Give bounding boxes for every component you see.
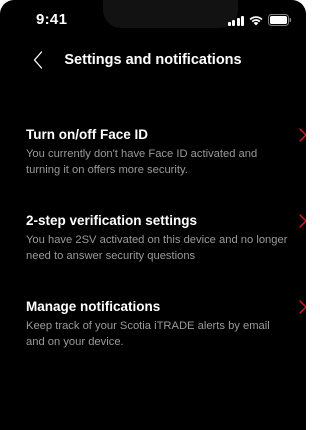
chevron-right-icon [299,214,306,228]
settings-item-description: Keep track of your Scotia iTRADE alerts … [26,320,270,348]
device-notch [103,0,238,28]
phone-screen: 9:41 Settings and notifications Turn on/… [0,0,306,430]
settings-item-title: Manage notifications [26,299,161,314]
settings-item-2-step-verification[interactable]: 2-step verification settings You have 2S… [0,206,306,292]
settings-item-title: 2-step verification settings [26,213,198,228]
page-title: Settings and notifications [64,52,242,68]
wifi-icon [249,15,263,26]
settings-item-title: Turn on/off Face ID [26,127,148,142]
settings-item-manage-notifications[interactable]: Manage notifications Keep track of your … [0,292,306,378]
status-bar: 9:41 [0,0,306,40]
settings-item-description: You currently don't have Face ID activat… [26,148,258,176]
chevron-right-icon [299,300,306,314]
settings-item-face-id[interactable]: Turn on/off Face ID You currently don't … [0,120,306,206]
cellular-signal-icon [227,15,244,26]
navigation-bar: Settings and notifications [0,42,306,78]
chevron-right-icon [299,128,306,142]
status-time: 9:41 [36,11,68,28]
settings-list: Turn on/off Face ID You currently don't … [0,120,306,378]
status-icons [227,14,293,26]
battery-icon [268,14,292,26]
settings-item-description: You have 2SV activated on this device an… [26,234,288,262]
